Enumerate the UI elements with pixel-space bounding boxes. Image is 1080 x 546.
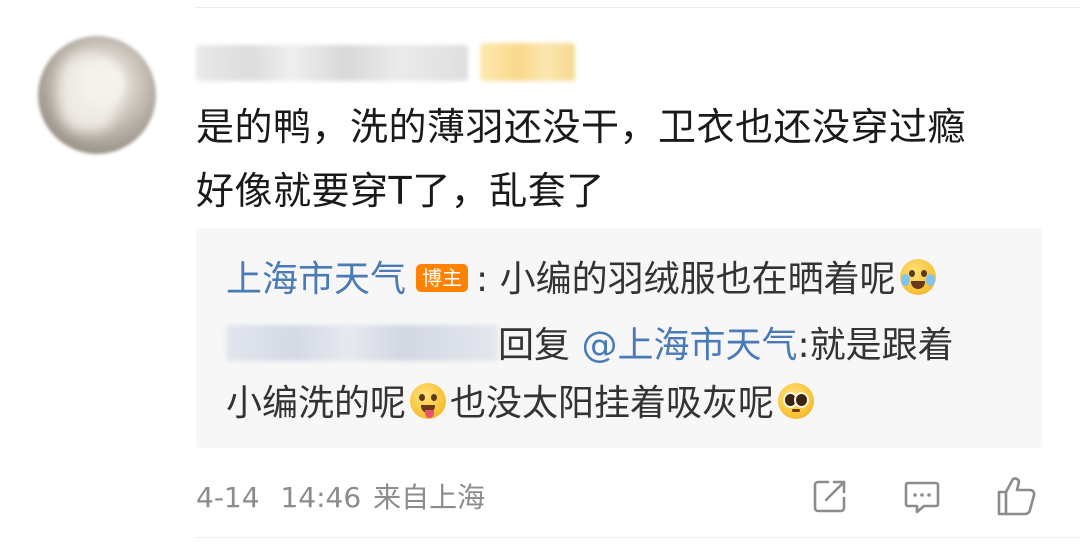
comment-icon: [904, 481, 940, 514]
reply-item-blogger: 上海市天气 博主: 小编的羽绒服也在晒着呢: [226, 256, 940, 304]
reply-word: 回复: [498, 325, 571, 366]
blurred-username[interactable]: [196, 45, 468, 81]
like-button[interactable]: [994, 474, 1038, 518]
reply-text: : 小编的羽绒服也在晒着呢: [476, 259, 896, 300]
reply-box[interactable]: 上海市天气 博主: 小编的羽绒服也在晒着呢 回复 @上海市天气:就是跟着 小编洗的…: [196, 228, 1042, 448]
like-icon: [997, 477, 1036, 516]
reply-text-part3: 也没太阳挂着吸灰呢: [450, 383, 775, 424]
comment-location: 来自上海: [373, 481, 486, 514]
top-divider: [195, 7, 1080, 8]
laughing-tears-emoji-icon: [899, 259, 936, 295]
share-button[interactable]: [808, 474, 852, 518]
reply-item-user-cont: 小编洗的呢 也没太阳挂着吸灰呢: [226, 380, 818, 428]
comment-text: 是的鸭，洗的薄羽还没干，卫衣也还没穿过瘾 好像就要穿T了，乱套了: [196, 105, 967, 213]
blogger-badge: 博主: [416, 264, 469, 292]
pleading-emoji-icon: [778, 383, 815, 419]
blurred-user-badge: [480, 43, 575, 81]
reply-author-link[interactable]: 上海市天气: [226, 259, 406, 300]
reply-text-part1: :就是跟着: [797, 325, 954, 366]
comment-date: 4-14: [196, 481, 260, 514]
mention-link[interactable]: @上海市天气: [581, 325, 797, 366]
bottom-divider: [195, 537, 1080, 538]
comment-meta: 4-14 14:46 来自上海: [196, 478, 485, 518]
user-avatar[interactable]: [38, 36, 156, 154]
reply-text-part2: 小编洗的呢: [226, 383, 407, 424]
share-icon: [813, 480, 846, 513]
tongue-out-emoji-icon: [410, 383, 447, 419]
comment-button[interactable]: [900, 474, 944, 518]
comment-time: 14:46: [280, 481, 362, 514]
reply-item-user: 回复 @上海市天气:就是跟着: [226, 322, 954, 370]
blurred-reply-username[interactable]: [226, 325, 498, 361]
